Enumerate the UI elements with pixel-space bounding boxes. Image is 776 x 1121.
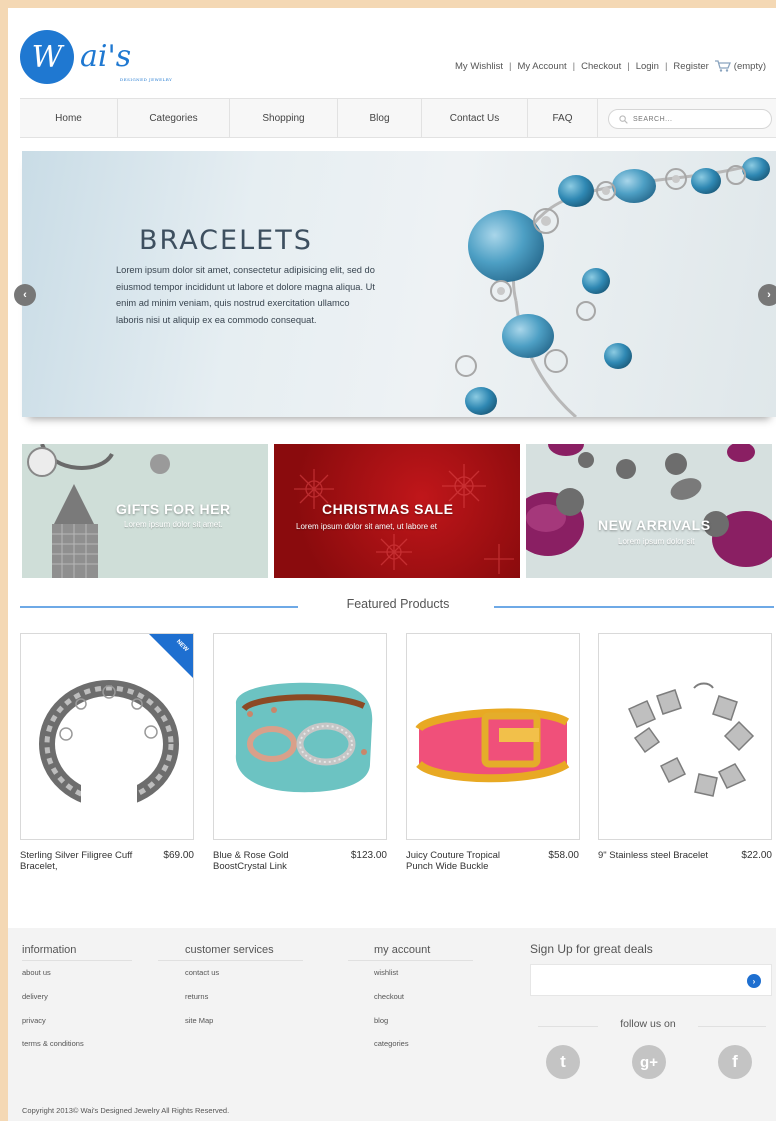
follow-heading: follow us on	[620, 1018, 676, 1030]
footer-divider	[348, 960, 473, 961]
footer-link-site-map[interactable]: site Map	[185, 1016, 213, 1025]
brand-name: ai's	[80, 39, 132, 74]
logo-mark: W	[20, 30, 74, 84]
chevron-right-icon: ›	[767, 289, 771, 301]
product-name[interactable]: 9" Stainless steel Bracelet	[598, 850, 718, 861]
nav-home[interactable]: Home	[20, 99, 118, 137]
hero-slider: BRACELETS Lorem ipsum dolor sit amet, co…	[22, 151, 776, 417]
product-price: $123.00	[350, 850, 387, 861]
checkout-link[interactable]: Checkout	[581, 61, 621, 72]
logo[interactable]: W ai's DESIGNED JEWELRY	[20, 30, 172, 84]
hero-description: Lorem ipsum dolor sit amet, consectetur …	[116, 265, 375, 325]
search-box[interactable]	[608, 109, 772, 129]
cart-icon[interactable]	[714, 60, 731, 72]
promo-new-arrivals[interactable]: NEW ARRIVALS Lorem ipsum dolor sit	[526, 444, 772, 578]
footer-link-returns[interactable]: returns	[185, 992, 208, 1001]
buckle-bracelet-image	[415, 708, 570, 783]
wishlist-link[interactable]: My Wishlist	[455, 61, 503, 72]
leather-bracelet-image	[235, 682, 373, 793]
signup-email-input[interactable]	[537, 965, 737, 995]
beads-image	[526, 444, 772, 578]
steel-bracelet-image	[628, 682, 755, 797]
footer-link-checkout[interactable]: checkout	[374, 992, 404, 1001]
chevron-left-icon: ‹	[23, 289, 27, 301]
footer-divider	[22, 960, 132, 961]
promo-title: NEW ARRIVALS	[598, 517, 711, 533]
promo-gifts-for-her[interactable]: GIFTS FOR HER Lorem ipsum dolor sit amet…	[22, 444, 268, 578]
nav-categories[interactable]: Categories	[118, 99, 230, 137]
product-image-juicy-couture[interactable]	[406, 633, 580, 840]
footer-link-privacy[interactable]: privacy	[22, 1016, 46, 1025]
promo-subtitle: Lorem ipsum dolor sit amet.	[124, 520, 223, 529]
submit-glyph: ›	[752, 976, 756, 986]
footer-link-blog[interactable]: blog	[374, 1016, 388, 1025]
footer-heading-information: information	[22, 944, 77, 956]
cart-status[interactable]: (empty)	[734, 61, 766, 72]
hero-title: BRACELETS	[139, 225, 313, 256]
nav-contact-us[interactable]: Contact Us	[422, 99, 528, 137]
product-name[interactable]: Blue & Rose Gold BoostCrystal Link	[213, 850, 333, 872]
product-name[interactable]: Sterling Silver Filigree Cuff Bracelet,	[20, 850, 140, 872]
promo-christmas-sale[interactable]: CHRISTMAS SALE Lorem ipsum dolor sit ame…	[274, 444, 520, 578]
arrow-right-circle-icon[interactable]: ›	[747, 974, 761, 988]
follow-divider	[698, 1026, 766, 1027]
facebook-icon[interactable]: f	[718, 1045, 752, 1079]
page: W ai's DESIGNED JEWELRY My Wishlist | My…	[8, 8, 776, 1121]
promo-title: GIFTS FOR HER	[116, 501, 231, 517]
google-plus-icon[interactable]: g+	[632, 1045, 666, 1079]
footer-divider	[158, 960, 303, 961]
product-name[interactable]: Juicy Couture Tropical Punch Wide Buckle	[406, 850, 526, 872]
copyright: Copyright 2013© Wai's Designed Jewelry A…	[22, 1106, 230, 1115]
footer-heading-my-account: my account	[374, 944, 431, 956]
signup-heading: Sign Up for great deals	[530, 942, 653, 956]
link-separator: |	[627, 60, 630, 72]
register-link[interactable]: Register	[673, 61, 708, 72]
account-link[interactable]: My Account	[518, 61, 567, 72]
product-image-blue-rose-gold[interactable]	[213, 633, 387, 840]
footer-link-contact-us[interactable]: contact us	[185, 968, 219, 977]
slider-next-button[interactable]: ›	[758, 284, 776, 306]
featured-divider-right	[494, 606, 774, 608]
slider-prev-button[interactable]: ‹	[14, 284, 36, 306]
brand-tagline: DESIGNED JEWELRY	[120, 77, 173, 82]
facebook-glyph: f	[732, 1052, 738, 1071]
main-nav: Home Categories Shopping Blog Contact Us…	[20, 98, 776, 138]
search-input[interactable]	[633, 115, 753, 123]
product-price: $22.00	[741, 850, 772, 861]
promo-title: CHRISTMAS SALE	[322, 501, 454, 517]
featured-title: Featured Products	[346, 597, 450, 611]
product-price: $58.00	[548, 850, 579, 861]
top-links: My Wishlist | My Account | Checkout | Lo…	[455, 60, 766, 72]
product-price: $69.00	[163, 850, 194, 861]
signup-form: ›	[530, 964, 772, 996]
link-separator: |	[664, 60, 668, 72]
twitter-glyph: t	[560, 1052, 566, 1071]
featured-divider-left	[20, 606, 298, 608]
footer: information about us delivery privacy te…	[8, 928, 776, 1121]
follow-divider	[538, 1026, 598, 1027]
footer-link-terms[interactable]: terms & conditions	[22, 1039, 84, 1048]
product-image-sterling-silver-cuff[interactable]: NEW	[20, 633, 194, 840]
footer-link-delivery[interactable]: delivery	[22, 992, 48, 1001]
nav-faq[interactable]: FAQ	[528, 99, 598, 137]
search-icon[interactable]	[619, 114, 628, 124]
footer-link-about-us[interactable]: about us	[22, 968, 51, 977]
footer-link-categories[interactable]: categories	[374, 1039, 409, 1048]
nav-blog[interactable]: Blog	[338, 99, 422, 137]
link-separator: |	[572, 60, 576, 72]
product-image-stainless-steel[interactable]	[598, 633, 772, 840]
footer-heading-customer-services: customer services	[185, 944, 274, 956]
footer-link-wishlist[interactable]: wishlist	[374, 968, 398, 977]
google-plus-glyph: g+	[640, 1053, 658, 1071]
link-separator: |	[509, 60, 512, 72]
nav-shopping[interactable]: Shopping	[230, 99, 338, 137]
new-badge	[149, 634, 193, 678]
logo-letter: W	[31, 39, 63, 75]
twitter-icon[interactable]: t	[546, 1045, 580, 1079]
promo-subtitle: Lorem ipsum dolor sit	[618, 537, 695, 546]
logo-wordmark: ai's DESIGNED JEWELRY	[80, 39, 172, 82]
login-link[interactable]: Login	[636, 61, 659, 72]
bracelet-hero-image	[455, 157, 770, 417]
promo-subtitle: Lorem ipsum dolor sit amet, ut labore et	[296, 522, 437, 531]
